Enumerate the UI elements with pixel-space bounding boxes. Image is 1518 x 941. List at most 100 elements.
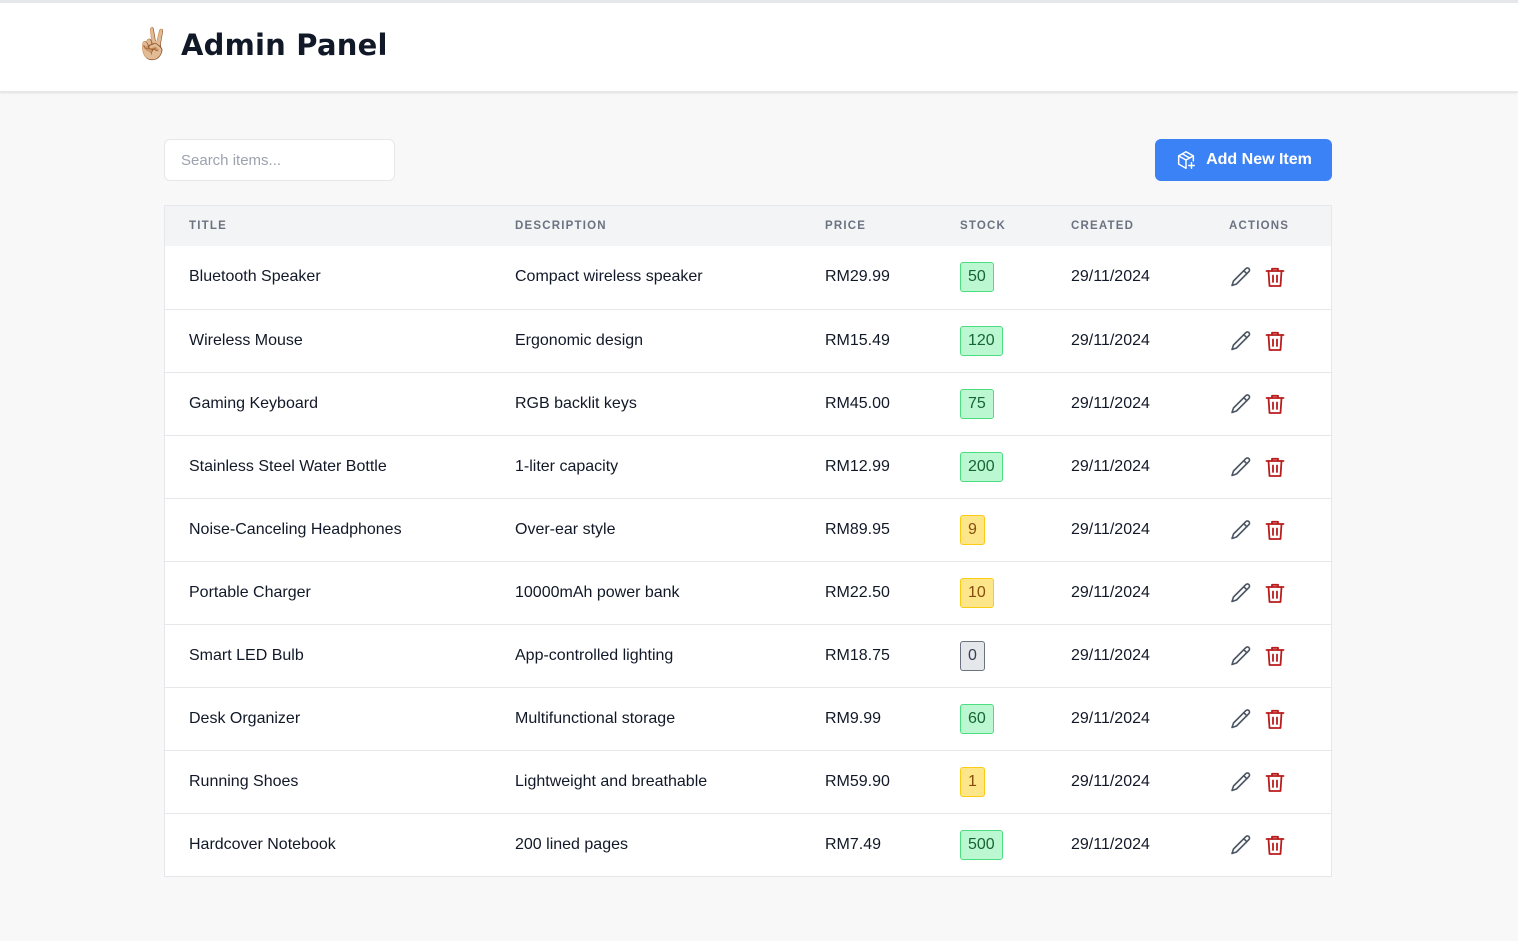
stock-badge: 9: [960, 514, 985, 545]
table-row: Portable Charger 10000mAh power bank RM2…: [165, 561, 1331, 624]
cell-title: Smart LED Bulb: [189, 646, 304, 664]
cell-actions: [1205, 750, 1331, 813]
cell-stock: 200: [936, 435, 1047, 498]
trash-icon[interactable]: [1263, 770, 1287, 794]
cell-created: 29/11/2024: [1071, 520, 1150, 538]
cell-created: 29/11/2024: [1071, 394, 1150, 412]
column-header-actions: Actions: [1229, 220, 1290, 232]
cell-created: 29/11/2024: [1071, 583, 1150, 601]
column-header-created: Created: [1071, 220, 1135, 232]
cell-title: Hardcover Notebook: [189, 835, 336, 853]
row-actions: [1229, 518, 1331, 542]
cell-actions: [1205, 435, 1331, 498]
trash-icon[interactable]: [1263, 265, 1287, 289]
cell-description: Over-ear style: [515, 520, 616, 538]
pencil-icon[interactable]: [1229, 707, 1253, 731]
cell-title: Gaming Keyboard: [189, 394, 318, 412]
cell-actions: [1205, 246, 1331, 309]
table-row: Noise-Canceling Headphones Over-ear styl…: [165, 498, 1331, 561]
cell-price: RM9.99: [825, 709, 882, 727]
cell-description: 10000mAh power bank: [515, 583, 680, 601]
trash-icon[interactable]: [1263, 833, 1287, 857]
row-actions: [1229, 707, 1331, 731]
stock-badge: 10: [960, 577, 994, 608]
toolbar: Add New Item: [164, 139, 1332, 181]
pencil-icon[interactable]: [1229, 392, 1253, 416]
cell-description: Multifunctional storage: [515, 709, 676, 727]
cell-created: 29/11/2024: [1071, 331, 1150, 349]
trash-icon[interactable]: [1263, 329, 1287, 353]
cell-description: Compact wireless speaker: [515, 268, 703, 286]
column-header-description: Description: [515, 220, 607, 232]
cell-created: 29/11/2024: [1071, 772, 1150, 790]
cell-price: RM22.50: [825, 583, 890, 601]
trash-icon[interactable]: [1263, 392, 1287, 416]
cell-created: 29/11/2024: [1071, 835, 1150, 853]
table-header-row: Title Description Price Stock Created Ac…: [165, 206, 1331, 246]
trash-icon[interactable]: [1263, 644, 1287, 668]
cell-actions: [1205, 498, 1331, 561]
cell-title: Bluetooth Speaker: [189, 268, 321, 286]
cell-price: RM89.95: [825, 520, 890, 538]
cell-price: RM29.99: [825, 268, 890, 286]
trash-icon[interactable]: [1263, 518, 1287, 542]
cell-stock: 50: [936, 246, 1047, 309]
pencil-icon[interactable]: [1229, 644, 1253, 668]
cell-created: 29/11/2024: [1071, 457, 1150, 475]
row-actions: [1229, 644, 1331, 668]
stock-badge: 75: [960, 388, 994, 419]
stock-badge: 120: [960, 325, 1003, 356]
package-plus-icon: [1175, 149, 1197, 171]
pencil-icon[interactable]: [1229, 770, 1253, 794]
pencil-icon[interactable]: [1229, 518, 1253, 542]
cell-title: Running Shoes: [189, 772, 299, 790]
table-row: Hardcover Notebook 200 lined pages RM7.4…: [165, 813, 1331, 876]
row-actions: [1229, 770, 1331, 794]
add-new-item-button[interactable]: Add New Item: [1155, 139, 1332, 181]
column-header-price: Price: [825, 220, 867, 232]
pencil-icon[interactable]: [1229, 329, 1253, 353]
row-actions: [1229, 265, 1331, 289]
stock-badge: 200: [960, 451, 1003, 482]
cell-price: RM15.49: [825, 331, 890, 349]
search-input[interactable]: [164, 139, 395, 181]
trash-icon[interactable]: [1263, 707, 1287, 731]
cell-stock: 1: [936, 750, 1047, 813]
cell-title: Noise-Canceling Headphones: [189, 520, 402, 538]
cell-stock: 60: [936, 687, 1047, 750]
cell-actions: [1205, 813, 1331, 876]
row-actions: [1229, 455, 1331, 479]
stock-badge: 500: [960, 829, 1003, 860]
cell-actions: [1205, 624, 1331, 687]
cell-actions: [1205, 561, 1331, 624]
table-row: Desk Organizer Multifunctional storage R…: [165, 687, 1331, 750]
trash-icon[interactable]: [1263, 455, 1287, 479]
app-header: ✌🏼 Admin Panel: [0, 0, 1518, 92]
cell-description: Ergonomic design: [515, 331, 644, 349]
row-actions: [1229, 581, 1331, 605]
row-actions: [1229, 833, 1331, 857]
column-header-stock: Stock: [960, 220, 1007, 232]
cell-stock: 9: [936, 498, 1047, 561]
items-table: Title Description Price Stock Created Ac…: [164, 205, 1332, 877]
cell-stock: 0: [936, 624, 1047, 687]
victory-hand-icon: ✌🏼: [134, 28, 172, 61]
cell-actions: [1205, 687, 1331, 750]
pencil-icon[interactable]: [1229, 455, 1253, 479]
cell-title: Portable Charger: [189, 583, 311, 601]
cell-price: RM12.99: [825, 457, 890, 475]
pencil-icon[interactable]: [1229, 833, 1253, 857]
cell-title: Desk Organizer: [189, 709, 301, 727]
cell-price: RM18.75: [825, 646, 890, 664]
add-new-item-label: Add New Item: [1206, 151, 1312, 168]
cell-actions: [1205, 372, 1331, 435]
cell-price: RM59.90: [825, 772, 890, 790]
trash-icon[interactable]: [1263, 581, 1287, 605]
page-title: Admin Panel: [181, 28, 388, 62]
table-row: Running Shoes Lightweight and breathable…: [165, 750, 1331, 813]
pencil-icon[interactable]: [1229, 265, 1253, 289]
table-row: Bluetooth Speaker Compact wireless speak…: [165, 246, 1331, 309]
table-row: Gaming Keyboard RGB backlit keys RM45.00…: [165, 372, 1331, 435]
cell-price: RM7.49: [825, 835, 882, 853]
pencil-icon[interactable]: [1229, 581, 1253, 605]
